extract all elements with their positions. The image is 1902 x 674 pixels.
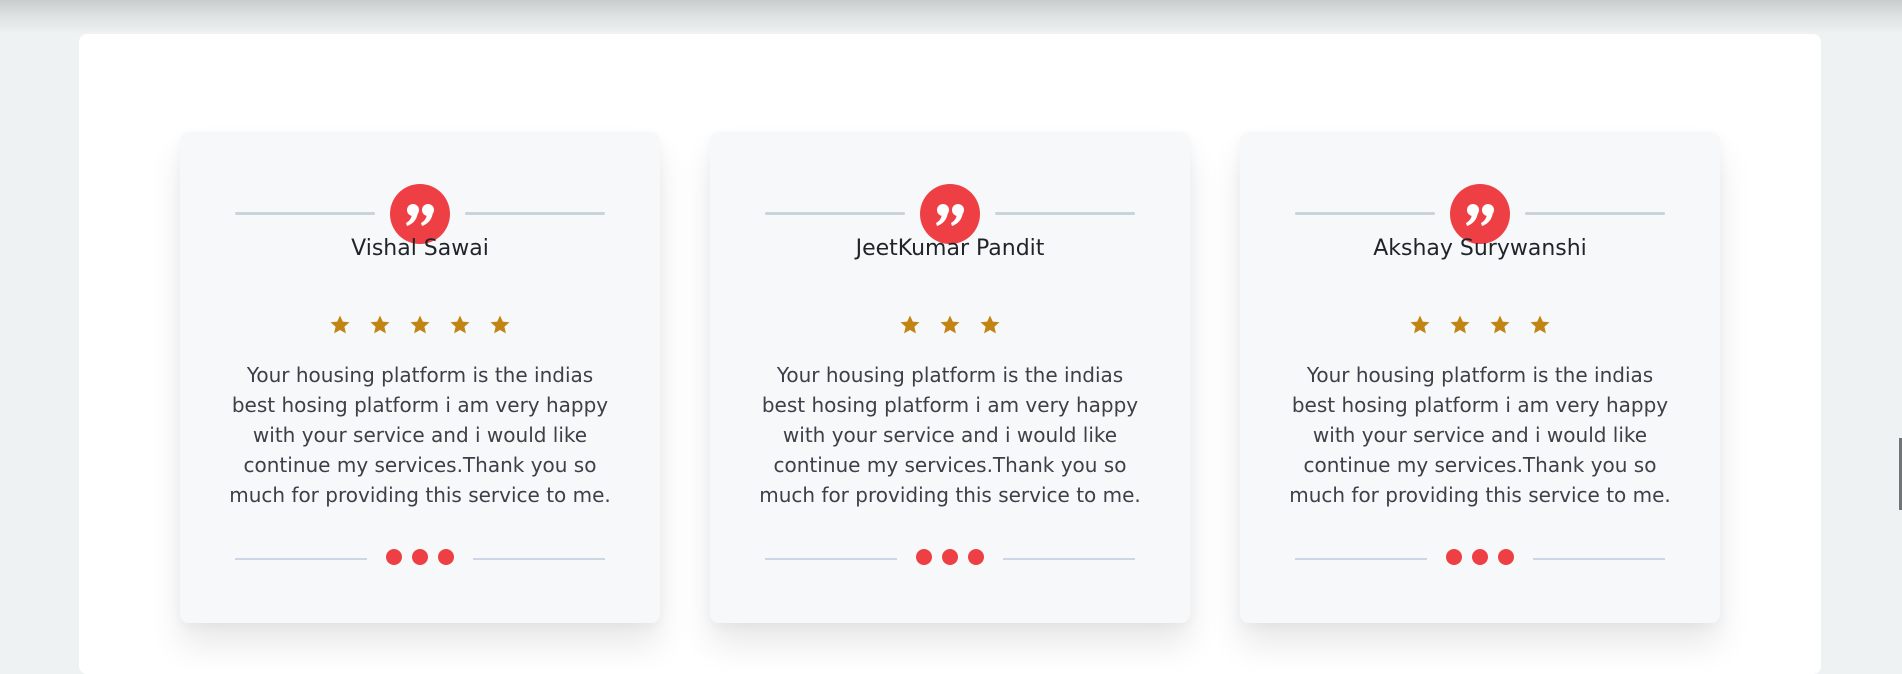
divider-line — [765, 212, 905, 215]
rating-stars — [180, 314, 660, 338]
testimonial-text: Your housing platform is the indias best… — [759, 363, 1141, 507]
star-icon — [1449, 314, 1471, 336]
divider-line — [1295, 558, 1427, 560]
divider-line — [235, 558, 367, 560]
divider-line — [465, 212, 605, 215]
divider-line — [1295, 212, 1435, 215]
card-footer-divider — [235, 547, 605, 567]
dot-icon — [968, 549, 984, 565]
dot-icon — [412, 549, 428, 565]
dot-icon — [942, 549, 958, 565]
testimonial-card: Vishal Sawai Your housing platform is th… — [180, 132, 660, 623]
rating-stars — [1240, 314, 1720, 338]
quote-header — [235, 184, 605, 244]
divider-line — [765, 558, 897, 560]
divider-line — [473, 558, 605, 560]
star-icon — [1489, 314, 1511, 336]
star-icon — [1529, 314, 1551, 336]
star-icon — [939, 314, 961, 336]
reviewer-name: Akshay Surywanshi — [1373, 236, 1587, 261]
card-footer-divider — [765, 547, 1135, 567]
star-icon — [369, 314, 391, 336]
star-icon — [489, 314, 511, 336]
divider-line — [1533, 558, 1665, 560]
dot-icon — [1498, 549, 1514, 565]
dots-ornament — [1446, 549, 1514, 566]
dot-icon — [1472, 549, 1488, 565]
card-footer-divider — [1295, 547, 1665, 567]
reviewer-name: JeetKumar Pandit — [855, 236, 1045, 261]
quote-header — [1295, 184, 1665, 244]
testimonial-card: JeetKumar Pandit Your housing platform i… — [710, 132, 1190, 623]
testimonial-text: Your housing platform is the indias best… — [1289, 363, 1671, 507]
dots-ornament — [386, 549, 454, 566]
dot-icon — [1446, 549, 1462, 565]
dot-icon — [916, 549, 932, 565]
quote-icon — [920, 184, 980, 244]
rating-stars — [710, 314, 1190, 338]
star-icon — [449, 314, 471, 336]
divider-line — [1003, 558, 1135, 560]
star-icon — [979, 314, 1001, 336]
quote-icon — [390, 184, 450, 244]
star-icon — [899, 314, 921, 336]
quote-header — [765, 184, 1135, 244]
testimonial-card: Akshay Surywanshi Your housing platform … — [1240, 132, 1720, 623]
dots-ornament — [916, 549, 984, 566]
reviewer-name: Vishal Sawai — [351, 236, 489, 261]
star-icon — [409, 314, 431, 336]
testimonials-section: Vishal Sawai Your housing platform is th… — [79, 34, 1821, 674]
quote-icon — [1450, 184, 1510, 244]
testimonial-text: Your housing platform is the indias best… — [229, 363, 611, 507]
divider-line — [1525, 212, 1665, 215]
star-icon — [329, 314, 351, 336]
divider-line — [995, 212, 1135, 215]
dot-icon — [438, 549, 454, 565]
top-shadow — [0, 0, 1902, 34]
divider-line — [235, 212, 375, 215]
dot-icon — [386, 549, 402, 565]
star-icon — [1409, 314, 1431, 336]
